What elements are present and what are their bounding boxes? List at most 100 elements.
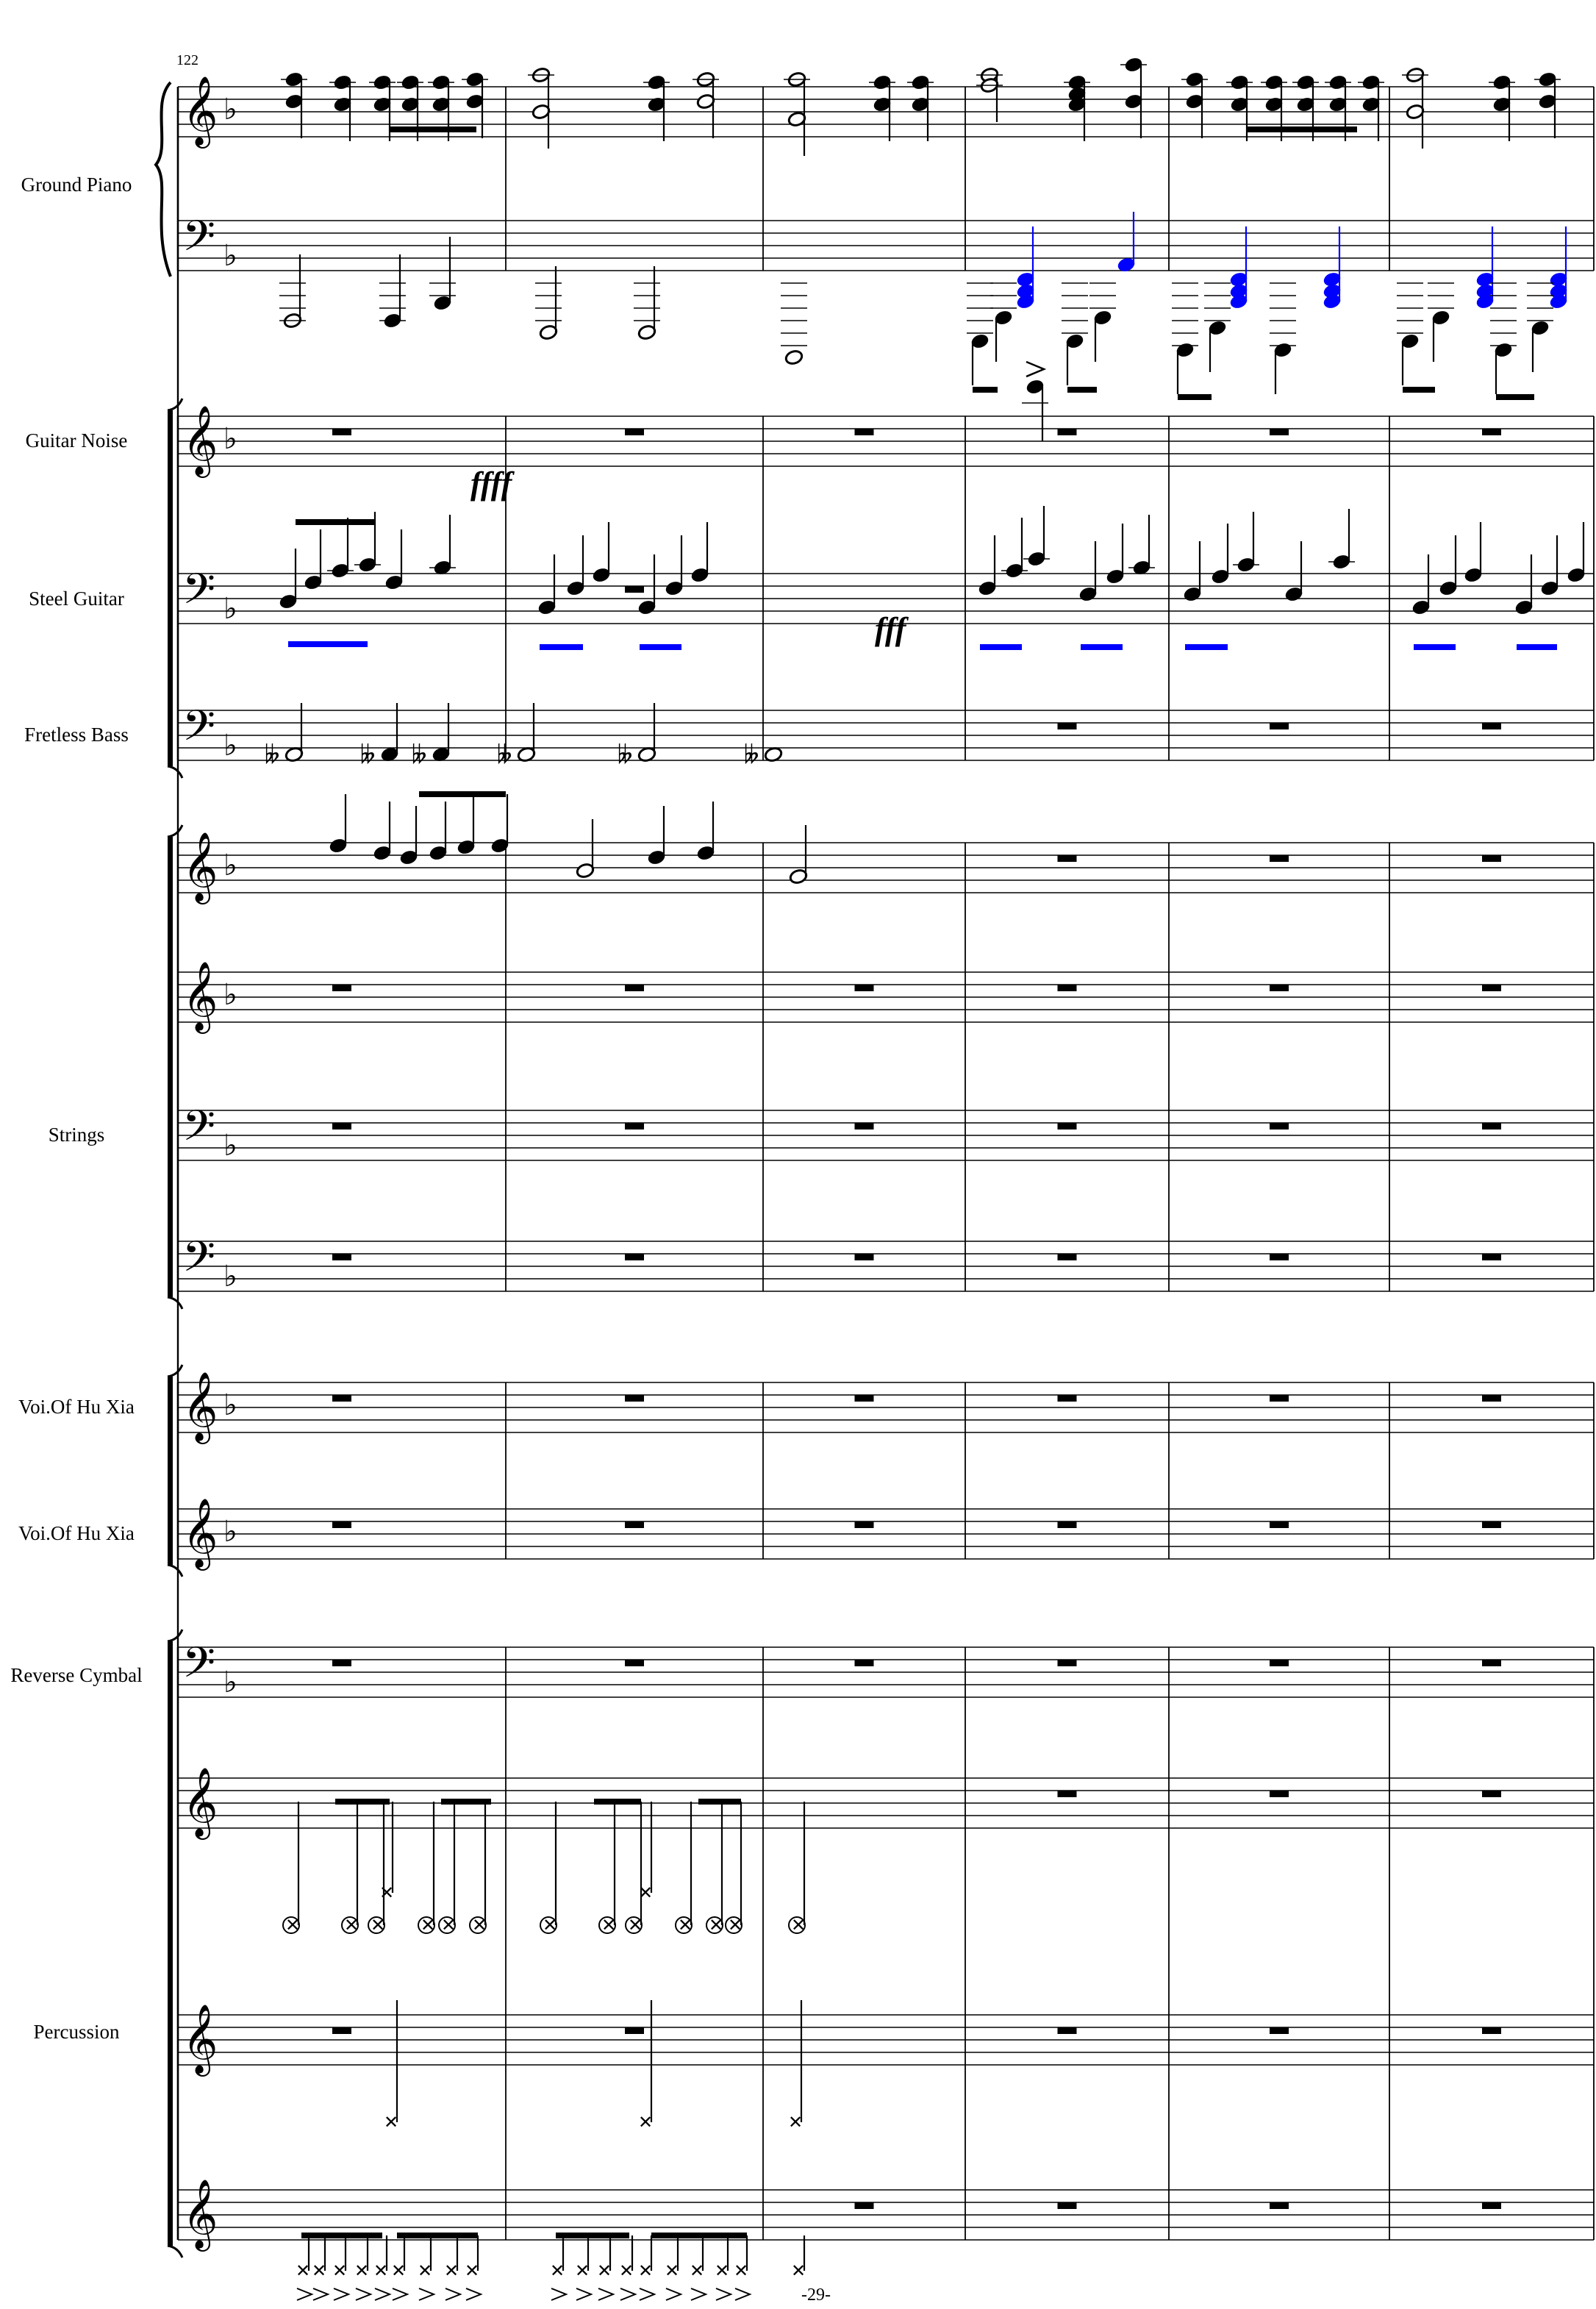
treble-clef-icon: 𝄞 — [182, 2179, 218, 2252]
whole-rest — [625, 1254, 644, 1260]
whole-rest — [1057, 429, 1077, 435]
note-beam — [640, 644, 681, 650]
flat-key-signature-icon: ♭ — [223, 1129, 237, 1163]
bass-clef-icon: 𝄢 — [182, 1232, 215, 1292]
accent-mark-icon — [312, 2288, 330, 2301]
dynamic-ffff: ffff — [470, 465, 515, 502]
whole-rest — [1057, 2202, 1077, 2209]
note-beam — [973, 387, 998, 393]
treble-clef-icon: 𝄞 — [182, 1498, 218, 1571]
whole-rest — [1057, 2027, 1077, 2034]
whole-rest — [625, 1123, 644, 1129]
note-beam — [335, 1799, 390, 1805]
note-beam — [698, 1799, 741, 1805]
whole-rest — [625, 985, 644, 991]
score-page: 𝄞 ♭𝄢 ♭𝄞 ♭𝄢 ♭𝄢 ♭𝄞 ♭𝄞 ♭𝄢 ♭𝄢 ♭𝄞 ♭𝄞 ♭𝄢 ♭𝄞𝄞𝄞 𝄫 𝄫 𝄫 𝄫 𝄫 𝄫✕ ✕ ✕ ✕ ✕ ✕… — [10, 52, 1595, 2305]
accent-mark-icon — [665, 2288, 683, 2301]
accent-mark-icon — [576, 2288, 593, 2301]
note-beam — [1496, 394, 1534, 400]
note-beam — [556, 2233, 629, 2238]
accent-mark-icon — [734, 2288, 752, 2301]
note-beam — [1067, 387, 1097, 393]
whole-rest — [1482, 1395, 1501, 1402]
treble-clef-icon: 𝄞 — [182, 1371, 218, 1444]
label-reverse-cymbal: Reverse Cymbal — [10, 1664, 142, 1686]
whole-rest — [1482, 1123, 1501, 1129]
note-beam — [397, 2233, 478, 2238]
whole-rest — [625, 1660, 644, 1666]
whole-rest — [332, 2027, 351, 2034]
piano-lh-note-head — [784, 350, 804, 365]
label-strings: Strings — [49, 1124, 105, 1146]
note-beam — [441, 1799, 491, 1805]
bracket — [168, 1377, 173, 1565]
whole-rest — [1270, 429, 1289, 435]
whole-rest — [1482, 1521, 1501, 1528]
whole-rest — [1057, 855, 1077, 862]
treble-clef-icon: 𝄞 — [182, 1767, 218, 1840]
accent-mark-icon — [392, 2288, 409, 2301]
accent-mark-icon — [639, 2288, 656, 2301]
whole-rest — [1270, 1254, 1289, 1260]
flat-key-signature-icon: ♭ — [223, 1666, 237, 1699]
whole-rest — [332, 429, 351, 435]
note-marks: 𝄫 𝄫 𝄫 𝄫 𝄫 𝄫✕ ✕ ✕ ✕ ✕ ✕ ✕ ✕ ✕ ✕ ✕ ✕ ✕✕ ✕✕ ✕ ✕✕ ✕ ✕ ✕ ✕ ✕ ✕ ✕ ✕ ✕ ✕ ✕ ✕ ✕ ✕ ✕… — [265, 58, 1585, 2301]
flat-key-signature-icon: ♭ — [223, 1388, 237, 1422]
dynamic-fff: fff — [875, 611, 909, 647]
label-percussion: Percussion — [34, 2021, 120, 2043]
staff-lines — [178, 86, 1594, 2241]
whole-rest — [1270, 855, 1289, 862]
accent-mark-icon — [445, 2288, 462, 2301]
whole-rest — [854, 1254, 874, 1260]
note-beam — [1414, 644, 1456, 650]
double-flat-icon: 𝄫 — [265, 740, 279, 770]
accent-mark-icon — [715, 2288, 733, 2301]
treble-clef-icon: 𝄞 — [182, 961, 218, 1034]
label-fretless-bass: Fretless Bass — [24, 724, 129, 746]
label-voice-1: Voi.Of Hu Xia — [18, 1396, 135, 1418]
whole-rest — [1270, 2027, 1289, 2034]
accent-mark-icon — [465, 2288, 483, 2301]
whole-rest — [332, 1521, 351, 1528]
flat-key-signature-icon: ♭ — [223, 1515, 237, 1549]
note-beam — [288, 641, 368, 647]
bass-clef-icon: 𝄢 — [182, 564, 215, 624]
note-beam — [301, 2233, 382, 2238]
bracket-top — [167, 398, 184, 412]
double-flat-icon: 𝄫 — [497, 740, 512, 770]
bass-clef-icon: 𝄢 — [182, 701, 215, 761]
whole-rest — [1057, 723, 1077, 729]
accent-mark-icon — [598, 2288, 615, 2301]
bass-clef-icon: 𝄢 — [182, 1638, 215, 1698]
whole-rest — [332, 1395, 351, 1402]
note-beam — [390, 126, 476, 132]
whole-rest — [1270, 1660, 1289, 1666]
note-beam — [296, 519, 375, 525]
whole-rest — [332, 1123, 351, 1129]
flat-key-signature-icon: ♭ — [223, 93, 237, 126]
double-flat-icon: 𝄫 — [744, 740, 759, 770]
double-flat-icon: 𝄫 — [618, 740, 632, 770]
label-guitar-noise: Guitar Noise — [26, 429, 128, 452]
whole-rest — [854, 1123, 874, 1129]
note-beam — [594, 1799, 641, 1805]
accent-mark-icon — [620, 2288, 637, 2301]
whole-rest — [625, 1521, 644, 1528]
piano-brace — [154, 81, 172, 277]
bracket — [168, 1641, 173, 2246]
whole-rest — [1482, 1254, 1501, 1260]
accent-mark-icon — [374, 2288, 392, 2301]
whole-rest — [1270, 2202, 1289, 2209]
whole-rest — [1482, 1791, 1501, 1797]
whole-rest — [854, 1660, 874, 1666]
accent-mark-icon — [333, 2288, 351, 2301]
bracket-top — [167, 1364, 184, 1378]
double-flat-icon: 𝄫 — [360, 740, 375, 770]
note-beam — [1247, 126, 1357, 132]
whole-rest — [1270, 1395, 1289, 1402]
whole-rest — [1270, 1521, 1289, 1528]
note-beam — [1081, 644, 1123, 650]
whole-rest — [1482, 723, 1501, 729]
label-ground-piano: Ground Piano — [21, 174, 132, 196]
whole-rest — [1057, 1660, 1077, 1666]
